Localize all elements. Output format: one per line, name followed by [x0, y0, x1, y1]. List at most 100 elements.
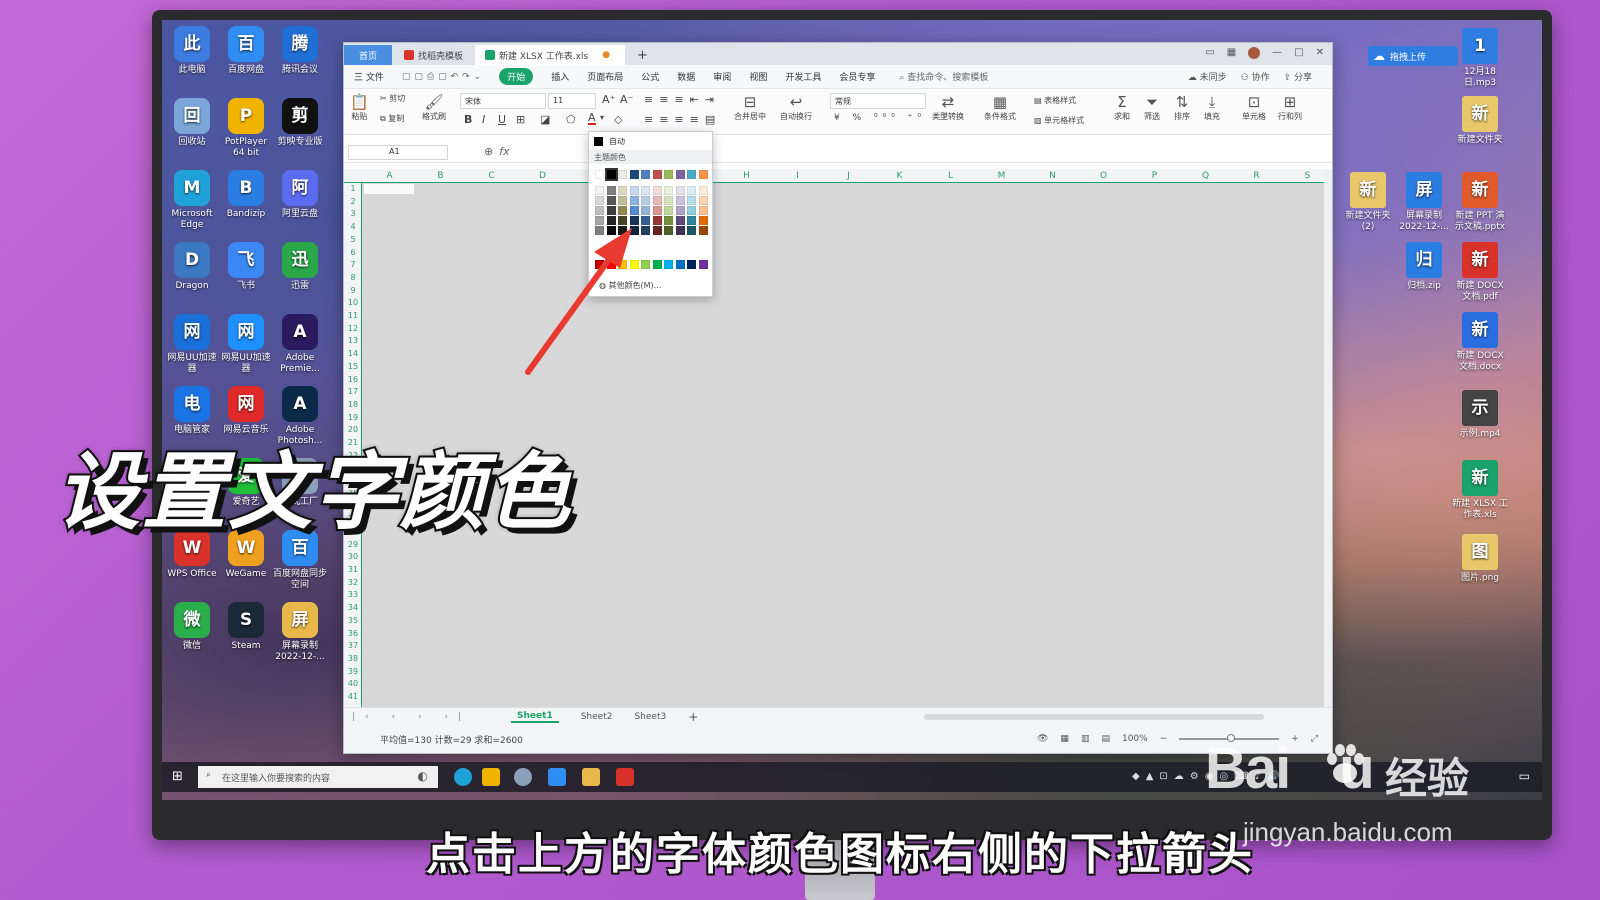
close-tab-icon[interactable]: ● [602, 50, 610, 60]
color-swatch[interactable] [675, 186, 685, 195]
desktop-file-icon[interactable]: 屏屏幕录制 2022-12-... [1396, 172, 1452, 233]
desktop-icon[interactable]: 网网易UU加速器 [164, 314, 220, 375]
color-swatch[interactable] [641, 226, 650, 235]
edge-taskbar-icon[interactable] [454, 768, 472, 786]
more-colors-option[interactable]: ◍ 其他颜色(M)... [599, 280, 661, 291]
desktop-icon[interactable]: 腾腾讯会议 [272, 26, 328, 76]
menu-view[interactable]: 视图 [749, 70, 767, 83]
netdisk-taskbar-icon[interactable] [548, 768, 566, 786]
color-swatch[interactable] [604, 168, 618, 181]
zoom-out-icon[interactable]: − [1160, 734, 1168, 744]
column-header[interactable]: L [925, 169, 976, 183]
windows-start-icon[interactable]: ⊞ [172, 769, 183, 784]
border-icon[interactable]: ⊞ [516, 113, 525, 126]
row-header[interactable]: 12 [344, 324, 362, 333]
desktop-icon[interactable]: S Steam [218, 602, 274, 652]
share-button[interactable]: ⇪ 分享 [1284, 70, 1312, 83]
color-swatch[interactable] [687, 260, 696, 269]
menu-developer[interactable]: 开发工具 [785, 70, 821, 83]
fill-button[interactable]: ⤓ 填充 [1204, 93, 1220, 122]
row-header[interactable]: 31 [344, 565, 362, 574]
new-tab-button[interactable]: + [627, 45, 658, 65]
row-header[interactable]: 2 [344, 197, 362, 206]
desktop-icon[interactable]: 此此电脑 [164, 26, 220, 76]
desktop-file-icon[interactable]: 示示例.mp4 [1452, 390, 1508, 440]
desktop-file-icon[interactable]: 1 12月18日.mp3 [1452, 28, 1508, 89]
color-swatch[interactable] [664, 196, 673, 205]
color-swatch[interactable] [664, 186, 673, 195]
row-header[interactable]: 13 [344, 336, 362, 345]
menu-member[interactable]: 会员专享 [839, 70, 875, 83]
minimize-icon[interactable]: — [1272, 47, 1282, 59]
conditional-format-button[interactable]: ▦ 条件格式 [984, 93, 1016, 122]
row-header[interactable]: 35 [344, 616, 362, 625]
row-header[interactable]: 34 [344, 603, 362, 612]
desktop-file-icon[interactable]: 图图片.png [1452, 534, 1508, 584]
color-swatch[interactable] [618, 216, 627, 225]
desktop-file-icon[interactable]: 新新建 DOCX 文档.pdf [1452, 242, 1508, 303]
avatar[interactable] [1248, 47, 1261, 59]
color-swatch[interactable] [595, 226, 604, 235]
eraser-icon[interactable]: ◇ [614, 113, 622, 126]
menu-file[interactable]: 三 文件 [354, 70, 384, 83]
row-header[interactable]: 8 [344, 273, 362, 282]
desktop-file-icon[interactable]: 新新建 DOCX 文档.docx [1452, 312, 1508, 373]
color-swatch[interactable] [606, 260, 616, 269]
color-swatch[interactable] [687, 206, 696, 215]
color-swatch[interactable] [606, 186, 616, 195]
color-swatch[interactable] [698, 186, 708, 195]
column-header[interactable]: I [772, 169, 823, 183]
row-header[interactable]: 10 [344, 298, 362, 307]
color-swatch[interactable] [652, 216, 662, 225]
merge-center-button[interactable]: ⊟ 合并居中 [734, 93, 766, 122]
shrink-font-icon[interactable]: A⁻ [620, 93, 633, 106]
color-swatch[interactable] [629, 260, 639, 269]
row-header[interactable]: 14 [344, 349, 362, 358]
color-swatch[interactable] [675, 206, 685, 215]
desktop-icon[interactable]: D Dragon [164, 242, 220, 292]
desktop-file-icon[interactable]: 新新建文件夹 (2) [1340, 172, 1396, 233]
color-swatch[interactable] [687, 196, 696, 205]
tab-document[interactable]: 新建 XLSX 工作表.xls ● [475, 45, 626, 65]
page-layout-view-icon[interactable]: ▥ [1081, 734, 1090, 744]
row-header[interactable]: 39 [344, 667, 362, 676]
tab-template[interactable]: 找稻壳模板 [394, 45, 473, 65]
color-swatch[interactable] [698, 260, 708, 269]
color-swatch[interactable] [606, 216, 616, 225]
bold-icon[interactable]: B [464, 113, 472, 126]
maximize-icon[interactable]: □ [1294, 47, 1303, 59]
color-swatch[interactable] [687, 186, 696, 195]
row-col-button[interactable]: ⊞ 行和列 [1278, 93, 1302, 122]
zoom-level[interactable]: 100% [1122, 734, 1148, 744]
column-header[interactable]: J [823, 169, 874, 183]
sheet-tab-3[interactable]: Sheet3 [634, 712, 666, 722]
sum-button[interactable]: Σ 求和 [1114, 93, 1130, 122]
row-header[interactable]: 19 [344, 413, 362, 422]
color-swatch[interactable] [675, 216, 685, 225]
desktop-icon[interactable]: 剪剪映专业版 [272, 98, 328, 148]
desktop-file-icon[interactable]: 归归档.zip [1396, 242, 1452, 292]
row-header[interactable]: 9 [344, 286, 362, 295]
menu-insert[interactable]: 插入 [551, 70, 569, 83]
color-swatch[interactable] [629, 206, 639, 215]
color-swatch[interactable] [641, 196, 650, 205]
color-swatch[interactable] [629, 170, 639, 179]
row-header[interactable]: 33 [344, 590, 362, 599]
column-header[interactable]: H [721, 169, 772, 183]
color-swatch[interactable] [629, 186, 639, 195]
desktop-icon[interactable]: 飞飞书 [218, 242, 274, 292]
sync-button[interactable]: ☁ 未同步 [1188, 70, 1227, 83]
desktop-icon[interactable]: 微微信 [164, 602, 220, 652]
sort-button[interactable]: ⇅ 排序 [1174, 93, 1190, 122]
menu-data[interactable]: 数据 [677, 70, 695, 83]
row-header[interactable]: 7 [344, 260, 362, 269]
color-swatch[interactable] [641, 170, 650, 179]
wps-taskbar-icon[interactable] [616, 768, 634, 786]
color-swatch[interactable] [664, 206, 673, 215]
color-swatch[interactable] [675, 226, 685, 235]
color-swatch[interactable] [698, 206, 708, 215]
normal-view-icon[interactable]: ▦ [1060, 734, 1069, 744]
desktop-icon[interactable]: 迅迅雷 [272, 242, 328, 292]
column-header[interactable]: N [1027, 169, 1078, 183]
color-swatch[interactable] [595, 260, 604, 269]
